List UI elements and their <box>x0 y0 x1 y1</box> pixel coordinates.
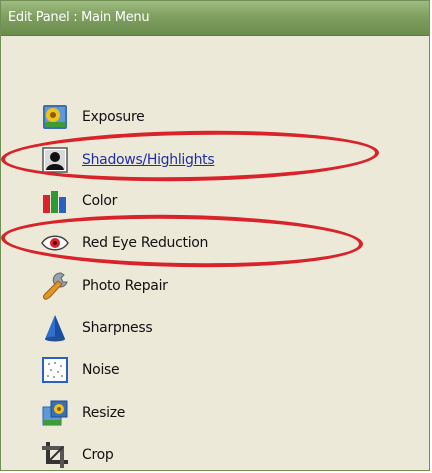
menu-item-label: Red Eye Reduction <box>82 235 209 251</box>
sharpness-cone-icon <box>39 312 71 344</box>
menu-item-color[interactable]: Color <box>39 185 369 217</box>
menu-item-label: Color <box>82 193 118 209</box>
resize-icon <box>39 397 71 429</box>
menu-item-label: Noise <box>82 362 120 378</box>
crop-icon <box>39 439 71 470</box>
red-eye-icon <box>39 227 71 259</box>
menu-item-red-eye-reduction[interactable]: Red Eye Reduction <box>39 227 369 259</box>
title-bar[interactable]: Edit Panel : Main Menu <box>1 1 429 36</box>
menu-item-label: Sharpness <box>82 320 153 336</box>
menu-item-sharpness[interactable]: Sharpness <box>39 312 369 344</box>
menu-item-noise[interactable]: Noise <box>39 354 369 386</box>
menu-item-photo-repair[interactable]: Photo Repair <box>39 270 369 302</box>
shadows-highlights-icon <box>39 144 71 176</box>
exposure-icon <box>39 101 71 133</box>
menu-item-label: Shadows/Highlights <box>82 152 215 168</box>
edit-panel-window: Edit Panel : Main Menu Exposure Shadows/… <box>0 0 430 471</box>
color-bars-icon <box>39 185 71 217</box>
wrench-icon <box>39 270 71 302</box>
menu-item-crop[interactable]: Crop <box>39 439 369 470</box>
menu-item-resize[interactable]: Resize <box>39 397 369 429</box>
window-title: Edit Panel : Main Menu <box>8 10 150 25</box>
menu-item-label: Exposure <box>82 109 145 125</box>
menu-item-label: Crop <box>82 447 114 463</box>
menu-item-shadows-highlights[interactable]: Shadows/Highlights <box>39 144 369 176</box>
menu-item-label: Resize <box>82 405 126 421</box>
menu-item-label: Photo Repair <box>82 278 168 294</box>
menu-item-exposure[interactable]: Exposure <box>39 101 369 133</box>
noise-icon <box>39 354 71 386</box>
